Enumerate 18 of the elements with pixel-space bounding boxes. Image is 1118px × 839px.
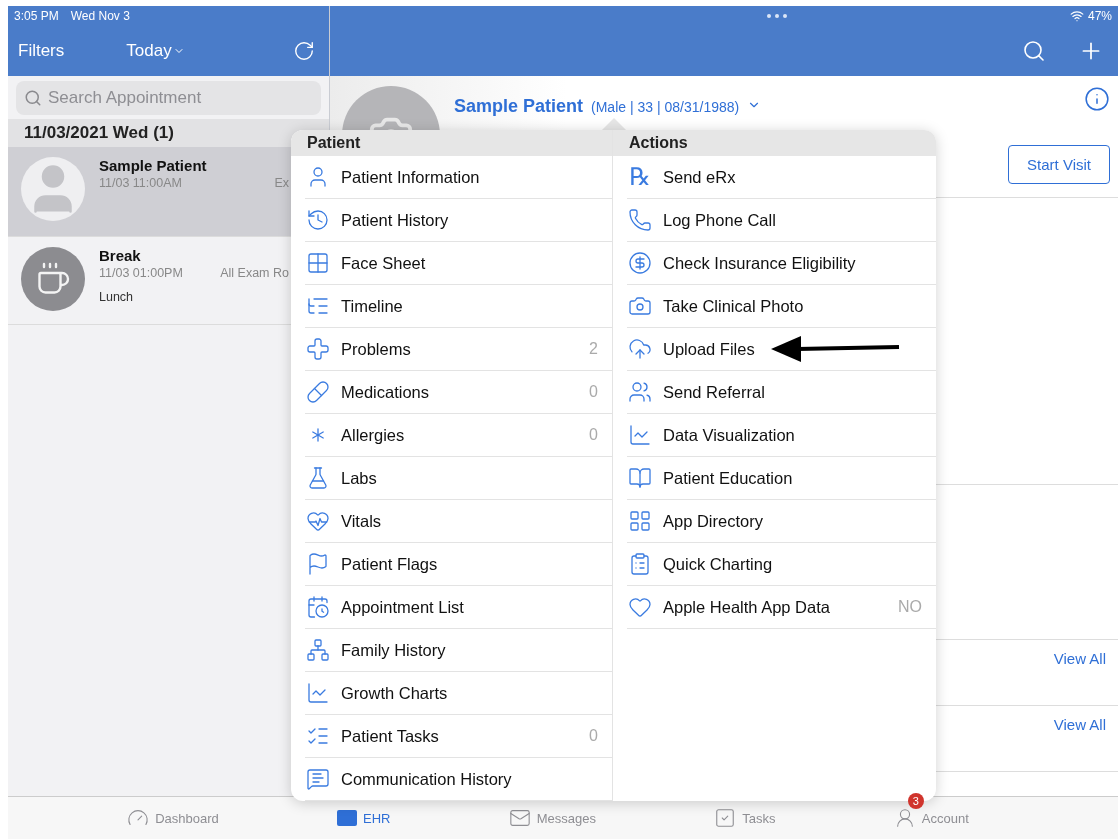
menu-section-header: Patient — [291, 130, 612, 156]
battery-percent: 47% — [1087, 9, 1112, 23]
appointment-time: 11/03 01:00PM — [99, 266, 183, 280]
status-time: 3:05 PM — [14, 9, 59, 23]
menu-section-header: Actions — [613, 130, 936, 156]
appointment-room: Ex — [274, 176, 289, 190]
appointment-note: Lunch — [99, 290, 135, 304]
appointment-room: All Exam Ro — [220, 266, 289, 280]
rx-glyph: ℞ — [628, 165, 652, 189]
item-count: 0 — [589, 727, 598, 745]
appointment-time: 11/03 11:00AM — [99, 176, 182, 190]
item-count: NO — [898, 598, 922, 616]
status-date: Wed Nov 3 — [70, 9, 130, 23]
appointment-name: Sample Patient — [99, 157, 208, 174]
item-count: 0 — [589, 383, 598, 401]
appointment-name: Break — [99, 247, 142, 264]
item-count: 0 — [589, 426, 598, 444]
item-count: 2 — [589, 340, 598, 358]
